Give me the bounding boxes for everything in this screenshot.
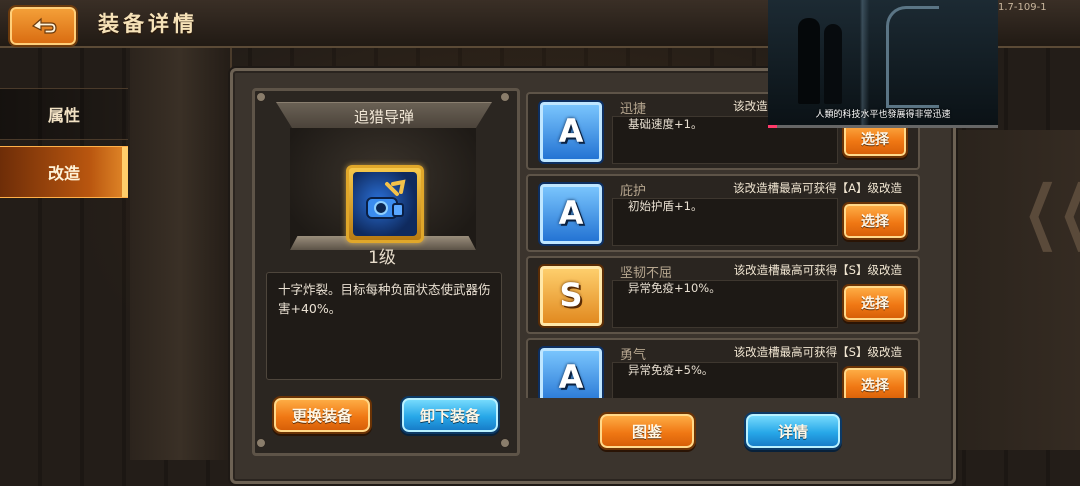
chevron-decoration-icon: ❮❮ [1023, 170, 1080, 252]
slot-hint: 该改造槽最高可获得【S】级改造 [733, 263, 902, 277]
details-button[interactable]: 详情 [744, 412, 842, 450]
equipment-level: 1级 [368, 248, 396, 268]
tab-attributes[interactable]: 属性 [0, 88, 128, 140]
tab-modify[interactable]: 改造 [0, 146, 128, 198]
video-progress-fill [768, 125, 778, 128]
replace-equipment-button[interactable]: 更换装备 [272, 396, 372, 434]
mod-slot: A 勇气 该改造槽最高可获得【S】级改造 异常免疫+5%。 选择 [526, 338, 920, 398]
slot-effect: 异常免疫+10%。 [628, 281, 721, 295]
slot-hint: 该改造槽最高可获得【A】级改造 [733, 181, 902, 195]
video-progress-track[interactable] [768, 125, 998, 128]
background-door-left [130, 40, 232, 460]
bolt-icon [256, 92, 266, 102]
slot-hint: 该改造槽最高可获得【S】级改造 [733, 345, 902, 359]
unequip-button[interactable]: 卸下装备 [400, 396, 500, 434]
slot-name: 坚韧不屈 [620, 266, 673, 281]
slot-name: 迅捷 [620, 102, 647, 117]
equipment-description: 十字炸裂。目标每种负面状态使武器伤害+40%。 [278, 282, 491, 316]
grade-badge: S [538, 264, 604, 328]
bolt-icon [256, 438, 266, 448]
mod-slot: A 庇护 该改造槽最高可获得【A】级改造 初始护盾+1。 选择 [526, 174, 920, 252]
select-button[interactable]: 选择 [842, 284, 908, 322]
video-caption: 人類的科技水平也發展得非常迅速 [815, 110, 951, 120]
back-button[interactable] [8, 5, 78, 47]
slot-effect: 基础速度+1。 [628, 117, 703, 131]
select-button[interactable]: 选择 [842, 366, 908, 398]
modification-slot-list[interactable]: A 迅捷 该改造槽最高可获得【A】级改造 基础速度+1。 选择 A 庇护 该改造… [526, 88, 930, 398]
slot-name: 庇护 [620, 184, 647, 199]
catalog-button[interactable]: 图鉴 [598, 412, 696, 450]
slot-name: 勇气 [620, 348, 647, 363]
video-overlay[interactable]: 人類的科技水平也發展得非常迅速 [768, 0, 998, 128]
grade-badge: A [538, 346, 604, 398]
grade-badge: A [538, 182, 604, 246]
missile-launcher-icon [346, 165, 424, 243]
level-code: 1.7-109-1 [998, 2, 1047, 13]
bolt-icon [500, 438, 510, 448]
return-arrow-icon [31, 17, 57, 34]
slot-effect: 异常免疫+5%。 [628, 363, 714, 377]
bolt-icon [500, 92, 510, 102]
slot-effect: 初始护盾+1。 [628, 199, 703, 213]
grade-badge: A [538, 100, 604, 164]
mod-slot: S 坚韧不屈 该改造槽最高可获得【S】级改造 异常免疫+10%。 选择 [526, 256, 920, 334]
page-title: 装备详情 [98, 12, 198, 36]
select-button[interactable]: 选择 [842, 202, 908, 240]
equipment-name: 追猎导弹 [276, 102, 492, 130]
